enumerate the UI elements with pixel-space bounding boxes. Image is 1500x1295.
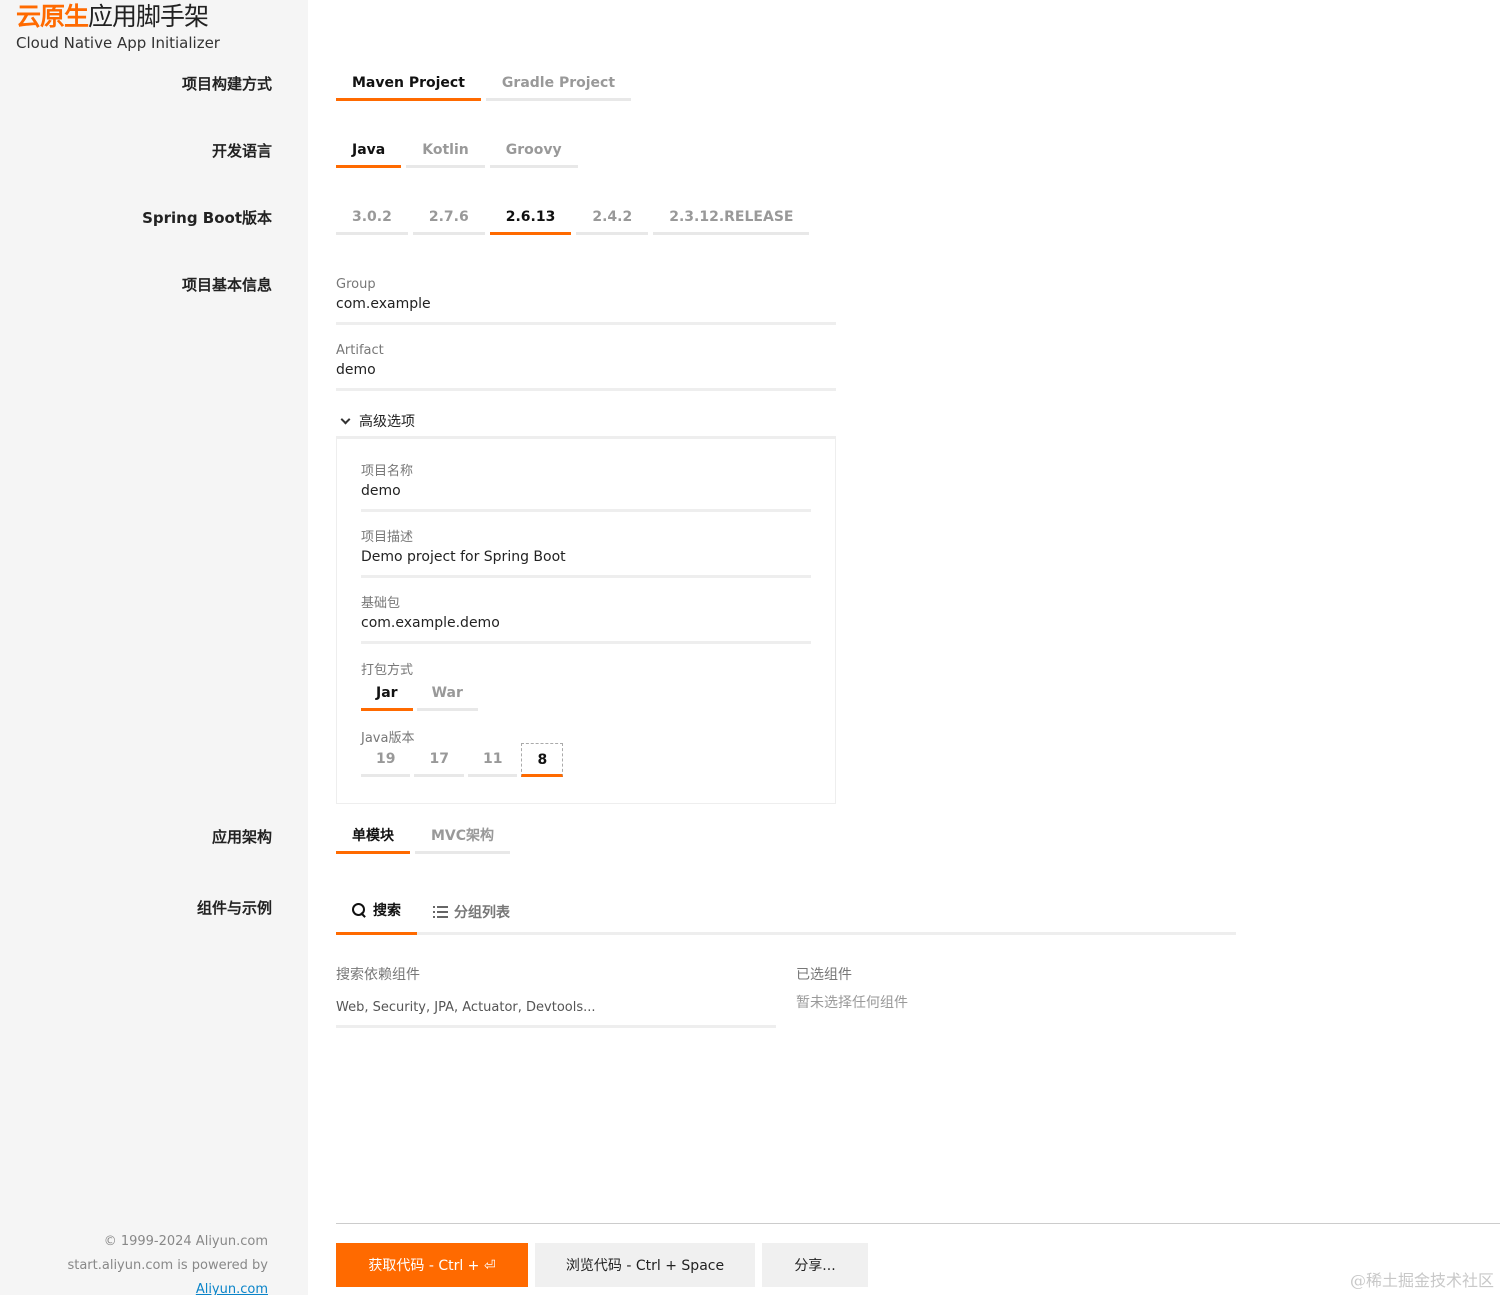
tab-single-module[interactable]: 单模块	[336, 818, 410, 854]
tab-java-17[interactable]: 17	[414, 743, 464, 777]
base-package-input[interactable]: com.example.demo	[361, 615, 811, 644]
project-desc-label: 项目描述	[361, 530, 414, 545]
tab-mvc[interactable]: MVC架构	[415, 818, 511, 854]
packaging-label: 打包方式	[361, 663, 414, 678]
browse-code-button[interactable]: 浏览代码 - Ctrl + Space	[535, 1243, 755, 1287]
section-label-build: 项目构建方式	[181, 75, 272, 93]
tab-group-list[interactable]: 分组列表	[417, 888, 526, 935]
build-tabs: Maven Project Gradle Project	[336, 65, 636, 101]
tab-war[interactable]: War	[416, 677, 478, 711]
dependency-search: 搜索依赖组件	[336, 964, 776, 1028]
tab-boot-2-6-13[interactable]: 2.6.13	[489, 199, 572, 235]
artifact-input[interactable]: demo	[336, 362, 836, 391]
chevron-down-icon	[340, 414, 351, 424]
tab-java-19[interactable]: 19	[361, 743, 411, 777]
section-label-dependencies: 组件与示例	[196, 899, 272, 917]
tab-maven-project[interactable]: Maven Project	[336, 65, 481, 101]
dependency-search-label: 搜索依赖组件	[336, 967, 420, 983]
search-icon	[352, 902, 367, 918]
language-tabs: Java Kotlin Groovy	[336, 132, 583, 168]
selected-dependencies: 已选组件 暂未选择任何组件	[796, 964, 908, 1012]
brand-title: 云原生应用脚手架	[16, 2, 220, 32]
project-desc-input[interactable]: Demo project for Spring Boot	[361, 549, 811, 578]
dependency-tabs: 搜索 分组列表	[336, 888, 1236, 935]
tab-search[interactable]: 搜索	[336, 888, 417, 935]
java-version-tabs: 19 17 11 8	[361, 743, 567, 777]
tab-group-list-label: 分组列表	[454, 904, 510, 921]
project-name-label: 项目名称	[361, 464, 414, 479]
selected-dependencies-empty: 暂未选择任何组件	[796, 995, 908, 1011]
brand-title-accent: 云原生	[16, 2, 89, 31]
watermark: @稀土掘金技术社区	[1349, 1271, 1494, 1290]
brand-subtitle: Cloud Native App Initializer	[16, 34, 220, 52]
group-field[interactable]: Group com.example	[336, 277, 836, 325]
aliyun-link[interactable]: Aliyun.com	[196, 1282, 268, 1295]
action-bar-divider	[336, 1223, 1500, 1224]
selected-dependencies-label: 已选组件	[796, 967, 852, 983]
share-button[interactable]: 分享...	[762, 1243, 868, 1287]
tab-java-8[interactable]: 8	[521, 743, 564, 777]
brand-title-rest: 应用脚手架	[88, 2, 209, 31]
tab-java[interactable]: Java	[336, 132, 402, 168]
get-code-button[interactable]: 获取代码 - Ctrl + ⏎	[336, 1243, 528, 1287]
tab-boot-2-7-6[interactable]: 2.7.6	[412, 199, 485, 235]
packaging-tabs: Jar War	[361, 677, 482, 711]
tab-java-11[interactable]: 11	[467, 743, 518, 777]
advanced-options-label: 高级选项	[359, 414, 415, 430]
section-label-architecture: 应用架构	[211, 828, 272, 846]
group-label: Group	[336, 277, 376, 292]
powered-by-text: start.aliyun.com is powered by	[67, 1258, 268, 1273]
section-label-boot-version: Spring Boot版本	[142, 209, 272, 227]
base-package-label: 基础包	[361, 596, 401, 611]
tab-search-label: 搜索	[373, 903, 401, 919]
tab-boot-3-0-2[interactable]: 3.0.2	[336, 199, 408, 235]
tab-boot-2-3-12[interactable]: 2.3.12.RELEASE	[653, 199, 810, 235]
dependency-search-input[interactable]	[336, 1000, 776, 1028]
project-name-input[interactable]: demo	[361, 483, 811, 512]
boot-version-tabs: 3.0.2 2.7.6 2.6.13 2.4.2 2.3.12.RELEASE	[336, 199, 814, 235]
brand: 云原生应用脚手架 Cloud Native App Initializer	[16, 2, 220, 52]
tab-groovy[interactable]: Groovy	[489, 132, 578, 168]
base-package-field[interactable]: 基础包 com.example.demo	[361, 592, 811, 644]
group-input[interactable]: com.example	[336, 296, 836, 325]
sidebar-footer: © 1999-2024 Aliyun.com start.aliyun.com …	[67, 1230, 268, 1295]
tab-boot-2-4-2[interactable]: 2.4.2	[576, 199, 649, 235]
section-label-language: 开发语言	[211, 142, 272, 160]
list-icon	[433, 905, 448, 918]
artifact-field[interactable]: Artifact demo	[336, 343, 836, 391]
sidebar: 云原生应用脚手架 Cloud Native App Initializer	[0, 0, 308, 1295]
project-desc-field[interactable]: 项目描述 Demo project for Spring Boot	[361, 526, 811, 578]
advanced-options-toggle[interactable]: 高级选项	[336, 406, 836, 439]
artifact-label: Artifact	[336, 343, 384, 358]
tab-jar[interactable]: Jar	[361, 677, 413, 711]
copyright-text: © 1999-2024 Aliyun.com	[103, 1234, 268, 1249]
architecture-tabs: 单模块 MVC架构	[336, 818, 515, 854]
section-label-basic-info: 项目基本信息	[181, 276, 272, 294]
tab-kotlin[interactable]: Kotlin	[406, 132, 485, 168]
project-name-field[interactable]: 项目名称 demo	[361, 460, 811, 512]
tab-gradle-project[interactable]: Gradle Project	[485, 65, 632, 101]
